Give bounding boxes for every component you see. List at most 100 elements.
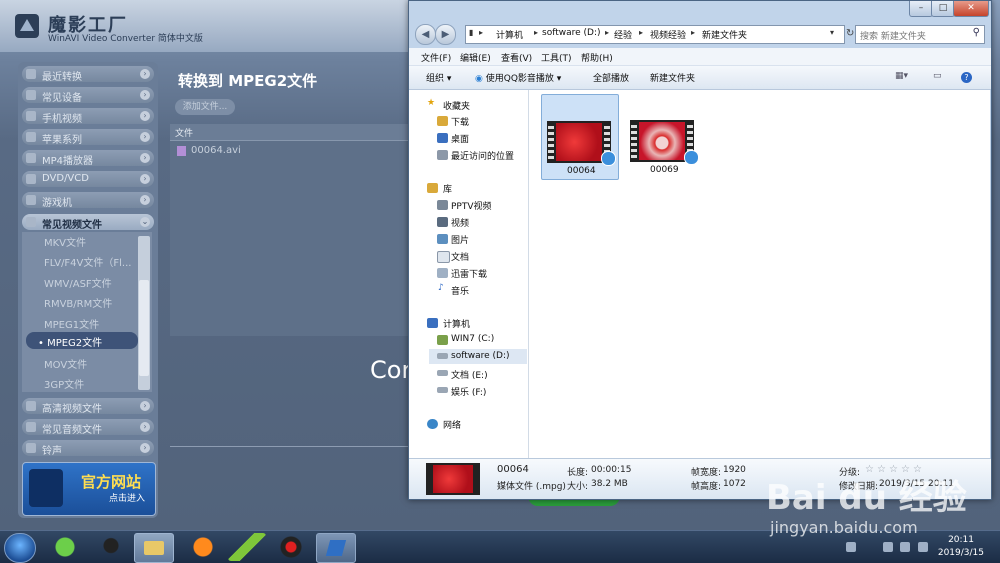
start-button[interactable] <box>4 533 36 563</box>
address-bar[interactable]: ▮ ▸ 计算机 ▸ software (D:) ▸ 经验 ▸ 视频经验 ▸ 新建… <box>465 25 845 44</box>
winavi-converter-icon[interactable] <box>316 533 356 563</box>
nav-pictures[interactable]: 图片 <box>451 233 469 246</box>
file-row-name[interactable]: 00064.avi <box>191 145 241 156</box>
scrollbar-thumb[interactable] <box>139 280 149 376</box>
banner-title: 官方网站 <box>81 473 142 491</box>
nav-apple-series[interactable]: 苹果系列 › <box>22 129 154 146</box>
format-3gp[interactable]: 3GP文件 <box>28 374 132 391</box>
details-frame-height-value: 1072 <box>723 479 746 489</box>
download-folder-icon <box>437 116 448 126</box>
menu-tools[interactable]: 工具(T) <box>541 51 572 64</box>
chevron-down-icon[interactable]: ▾ <box>830 28 834 37</box>
format-list-scrollbar[interactable] <box>138 236 150 390</box>
qq-play-button[interactable]: ◉ 使用QQ影音播放 ▾ <box>475 71 561 84</box>
drive-c-icon <box>437 335 448 345</box>
nav-recent-places[interactable]: 最近访问的位置 <box>451 149 514 162</box>
breadcrumb-new-folder[interactable]: 新建文件夹 <box>702 28 747 41</box>
nav-drive-f[interactable]: 娱乐 (F:) <box>451 385 486 398</box>
official-website-banner[interactable]: 官方网站 点击进入 <box>22 462 156 516</box>
phone-icon <box>26 111 36 121</box>
360-browser-icon[interactable] <box>46 533 84 561</box>
nav-downloads[interactable]: 下载 <box>451 115 469 128</box>
format-wmv[interactable]: WMV/ASF文件 <box>28 273 132 290</box>
menu-view[interactable]: 查看(V) <box>501 51 532 64</box>
nav-recent-conversions[interactable]: 最近转换 › <box>22 66 154 83</box>
nav-drive-d[interactable]: software (D:) <box>451 351 510 361</box>
pptv-icon[interactable] <box>228 533 266 561</box>
nav-videos[interactable]: 视频 <box>451 216 469 229</box>
nav-dvd-vcd[interactable]: DVD/VCD › <box>22 171 154 187</box>
minimize-button[interactable]: – <box>909 1 933 17</box>
nav-common-video-files[interactable]: 常见视频文件 ⌄ <box>22 214 154 231</box>
nav-music[interactable]: 音乐 <box>451 284 469 297</box>
libraries-header[interactable]: 库 <box>443 182 452 195</box>
file-explorer-icon[interactable] <box>134 533 174 563</box>
file-item[interactable]: 00069 <box>625 94 701 178</box>
search-icon[interactable]: ⚲ <box>973 27 980 38</box>
search-box[interactable]: 搜索 新建文件夹 ⚲ <box>855 25 985 44</box>
format-flv[interactable]: FLV/F4V文件（Fl... <box>28 252 132 269</box>
search-input[interactable]: 搜索 新建文件夹 <box>860 29 926 42</box>
nav-drive-e[interactable]: 文档 (E:) <box>451 368 488 381</box>
nav-label: 高清视频文件 <box>42 404 102 415</box>
nav-hd-video-files[interactable]: 高清视频文件 › <box>22 398 154 415</box>
details-size-value: 38.2 MB <box>591 479 628 489</box>
preview-pane-icon[interactable]: ▭ <box>933 71 942 81</box>
format-mkv[interactable]: MKV文件 <box>28 232 132 249</box>
firefox-icon[interactable] <box>184 533 222 561</box>
menu-file[interactable]: 文件(F) <box>421 51 451 64</box>
convert-button-text[interactable]: Cor <box>370 356 411 384</box>
screen-recorder-icon[interactable] <box>272 533 310 561</box>
action-center-icon[interactable] <box>883 542 893 552</box>
help-icon[interactable]: ? <box>961 72 972 83</box>
view-options-icon[interactable]: ▦▾ <box>895 71 908 81</box>
format-mpeg2-selected[interactable]: • MPEG2文件 <box>26 332 138 349</box>
nav-common-devices[interactable]: 常见设备 › <box>22 87 154 104</box>
network-icon[interactable] <box>900 542 910 552</box>
menu-edit[interactable]: 编辑(E) <box>460 51 491 64</box>
format-rmvb[interactable]: RMVB/RM文件 <box>28 293 132 310</box>
nav-common-audio-files[interactable]: 常见音频文件 › <box>22 419 154 436</box>
computer-header[interactable]: 计算机 <box>443 317 470 330</box>
chevron-right-icon: › <box>140 401 150 411</box>
file-item-selected[interactable]: 00064 <box>541 94 619 180</box>
nav-mp4-player[interactable]: MP4播放器 › <box>22 150 154 167</box>
chevron-right-icon: › <box>140 195 150 205</box>
format-label: WMV/ASF文件 <box>44 279 112 290</box>
breadcrumb-computer[interactable]: 计算机 <box>496 28 523 41</box>
nav-thunder-download[interactable]: 迅雷下载 <box>451 267 487 280</box>
close-button[interactable]: ✕ <box>953 1 989 17</box>
volume-icon[interactable] <box>918 542 928 552</box>
play-all-button[interactable]: 全部播放 <box>593 71 629 84</box>
nav-game-console[interactable]: 游戏机 › <box>22 192 154 209</box>
forward-button[interactable]: ▶ <box>435 24 456 45</box>
nav-drive-c[interactable]: WIN7 (C:) <box>451 334 494 344</box>
nav-documents[interactable]: 文档 <box>451 250 469 263</box>
back-button[interactable]: ◀ <box>415 24 436 45</box>
nav-pptv-video[interactable]: PPTV视频 <box>451 199 492 212</box>
breadcrumb-video-jingyan[interactable]: 视频经验 <box>650 28 686 41</box>
file-column-header[interactable]: 文件 <box>175 126 193 139</box>
chevron-right-icon: › <box>140 111 150 121</box>
new-folder-button[interactable]: 新建文件夹 <box>650 71 695 84</box>
qq-icon[interactable] <box>92 533 130 561</box>
add-file-button[interactable]: 添加文件... <box>175 99 235 115</box>
breadcrumb-jingyan[interactable]: 经验 <box>614 28 632 41</box>
clock-date[interactable]: 2019/3/15 <box>938 548 984 558</box>
favorites-header[interactable]: 收藏夹 <box>443 99 470 112</box>
app-subtitle: WinAVI Video Converter 简体中文版 <box>48 34 203 44</box>
baidu-watermark-url: jingyan.baidu.com <box>770 518 918 537</box>
nav-mobile-video[interactable]: 手机视频 › <box>22 108 154 125</box>
tray-show-hidden-icon[interactable] <box>846 542 856 552</box>
format-mpeg1[interactable]: MPEG1文件 <box>28 314 132 331</box>
maximize-button[interactable]: □ <box>931 1 955 17</box>
network-header[interactable]: 网络 <box>443 418 461 431</box>
breadcrumb-drive-d[interactable]: software (D:) <box>542 28 601 38</box>
nav-desktop[interactable]: 桌面 <box>451 132 469 145</box>
format-mov[interactable]: MOV文件 <box>28 354 132 371</box>
clock-time[interactable]: 20:11 <box>948 535 974 545</box>
thumbnail-image <box>433 465 473 493</box>
organize-button[interactable]: 组织 ▾ <box>426 71 451 84</box>
menu-help[interactable]: 帮助(H) <box>581 51 613 64</box>
nav-ringtones[interactable]: 铃声 › <box>22 440 154 457</box>
